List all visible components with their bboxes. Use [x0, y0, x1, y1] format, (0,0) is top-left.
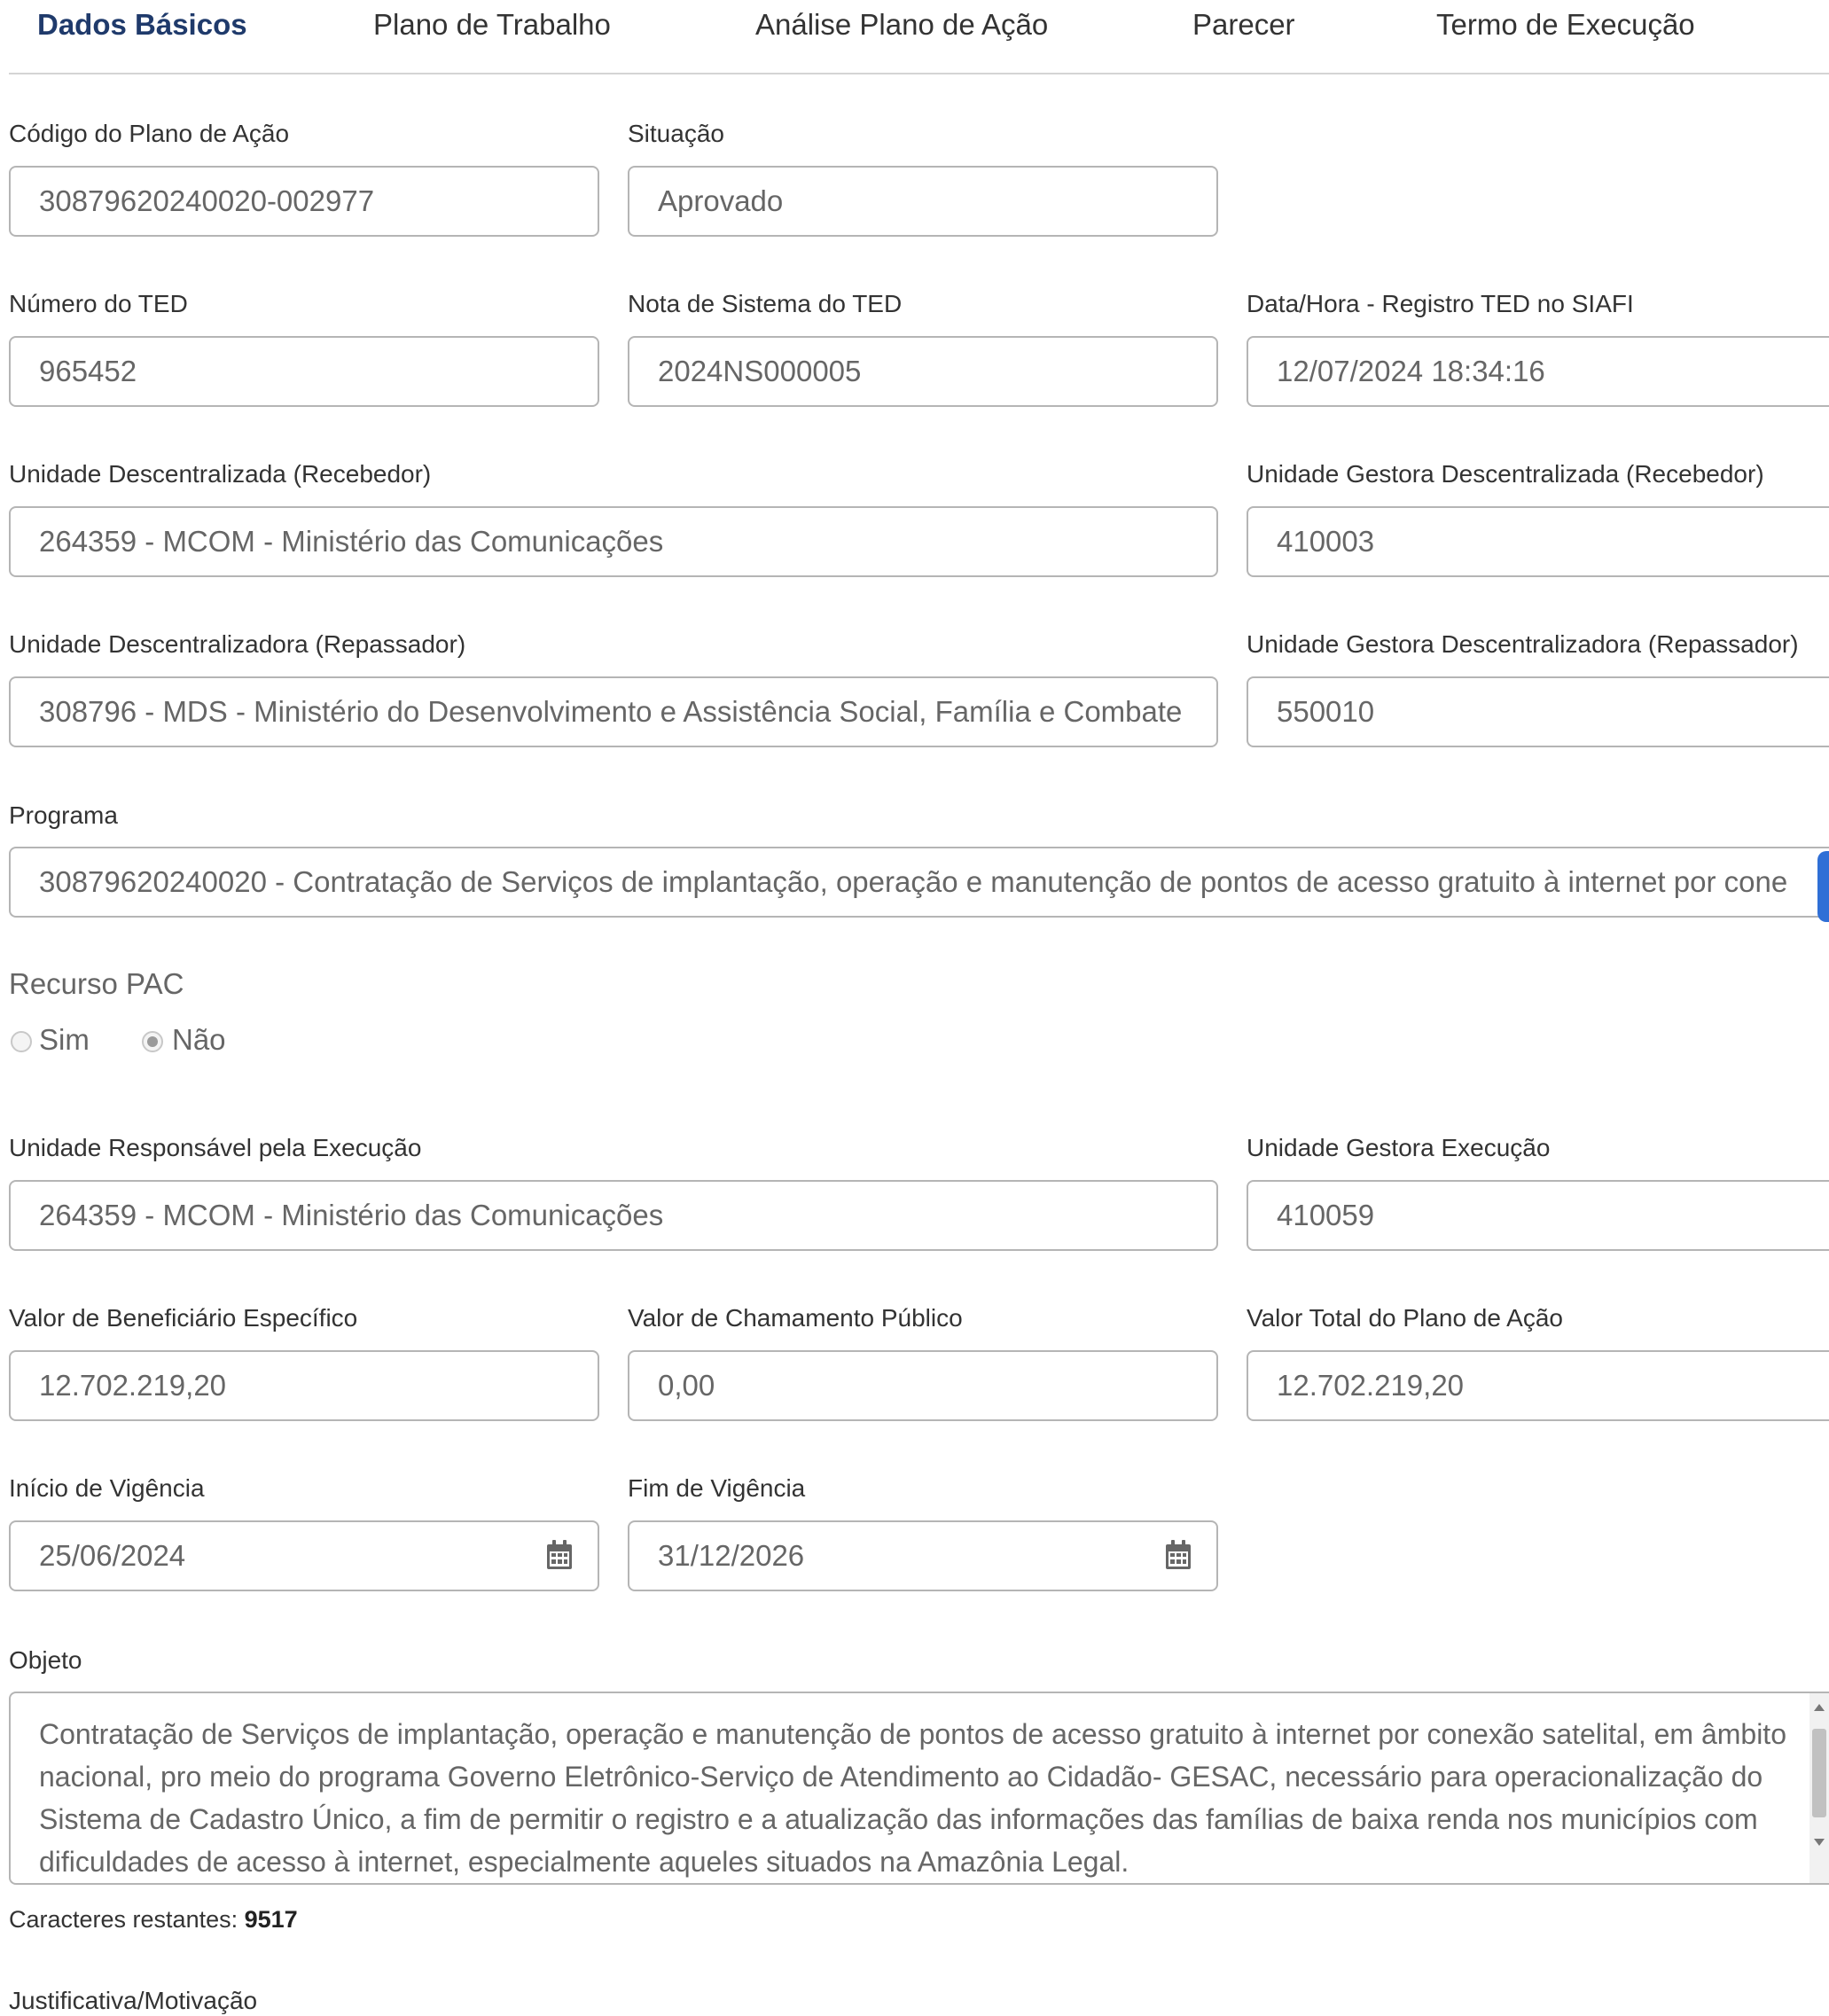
- nota-sistema-ted-value: 2024NS000005: [658, 355, 862, 387]
- caracteres-restantes: Caracteres restantes: 9517: [9, 1906, 298, 1934]
- ug-descentralizada-value: 410003: [1277, 525, 1375, 558]
- ug-descentralizadora-value: 550010: [1277, 695, 1375, 728]
- objeto-text: Contratação de Serviços de implantação, …: [39, 1718, 1786, 1878]
- inicio-vigencia-field[interactable]: 25/06/2024: [9, 1520, 599, 1591]
- valor-total-label: Valor Total do Plano de Ação: [1247, 1304, 1563, 1332]
- tab-termo-de-execucao[interactable]: Termo de Execução: [1436, 7, 1695, 43]
- objeto-scrollbar[interactable]: [1809, 1693, 1829, 1883]
- unidade-descentralizadora-label: Unidade Descentralizadora (Repassador): [9, 630, 466, 658]
- tab-parecer[interactable]: Parecer: [1192, 7, 1295, 43]
- nota-sistema-ted-label: Nota de Sistema do TED: [628, 290, 903, 317]
- tab-divider: [9, 73, 1829, 74]
- unidade-descentralizadora-value: 308796 - MDS - Ministério do Desenvolvim…: [39, 695, 1183, 728]
- calendar-icon[interactable]: [546, 1540, 573, 1570]
- situacao-value: Aprovado: [658, 184, 784, 217]
- unidade-descentralizada-value: 264359 - MCOM - Ministério das Comunicaç…: [39, 525, 664, 558]
- unidade-descentralizada-label: Unidade Descentralizada (Recebedor): [9, 460, 432, 488]
- unidade-responsavel-field[interactable]: 264359 - MCOM - Ministério das Comunicaç…: [9, 1180, 1218, 1251]
- ug-descentralizada-field[interactable]: 410003: [1247, 506, 1829, 577]
- situacao-label: Situação: [628, 120, 724, 147]
- numero-ted-value: 965452: [39, 355, 137, 387]
- tab-plano-de-trabalho[interactable]: Plano de Trabalho: [373, 7, 611, 43]
- valor-beneficiario-value: 12.702.219,20: [39, 1369, 227, 1402]
- radio-nao-circle[interactable]: [142, 1031, 163, 1052]
- valor-total-value: 12.702.219,20: [1277, 1369, 1465, 1402]
- scroll-thumb[interactable]: [1812, 1729, 1826, 1817]
- valor-beneficiario-field[interactable]: 12.702.219,20: [9, 1350, 599, 1421]
- tab-dados-basicos[interactable]: Dados Básicos: [37, 7, 247, 43]
- caracteres-restantes-label: Caracteres restantes:: [9, 1906, 238, 1933]
- valor-chamamento-value: 0,00: [658, 1369, 715, 1402]
- ug-execucao-value: 410059: [1277, 1199, 1375, 1231]
- unidade-responsavel-value: 264359 - MCOM - Ministério das Comunicaç…: [39, 1199, 664, 1231]
- justificativa-label: Justificativa/Motivação: [9, 1987, 258, 2014]
- valor-chamamento-field[interactable]: 0,00: [628, 1350, 1218, 1421]
- data-hora-registro-value: 12/07/2024 18:34:16: [1277, 355, 1545, 387]
- ug-descentralizadora-field[interactable]: 550010: [1247, 676, 1829, 747]
- scroll-up-icon[interactable]: [1814, 1704, 1825, 1711]
- calendar-icon[interactable]: [1165, 1540, 1192, 1570]
- ug-execucao-field[interactable]: 410059: [1247, 1180, 1829, 1251]
- data-hora-registro-field[interactable]: 12/07/2024 18:34:16: [1247, 336, 1829, 407]
- fim-vigencia-value: 31/12/2026: [658, 1539, 805, 1572]
- ug-descentralizada-label: Unidade Gestora Descentralizada (Recebed…: [1247, 460, 1764, 488]
- programa-value: 30879620240020 - Contratação de Serviços…: [39, 865, 1788, 898]
- ug-descentralizadora-label: Unidade Gestora Descentralizadora (Repas…: [1247, 630, 1799, 658]
- valor-total-field[interactable]: 12.702.219,20: [1247, 1350, 1829, 1421]
- fim-vigencia-label: Fim de Vigência: [628, 1474, 806, 1502]
- fim-vigencia-field[interactable]: 31/12/2026: [628, 1520, 1218, 1591]
- valor-chamamento-label: Valor de Chamamento Público: [628, 1304, 963, 1332]
- numero-ted-field[interactable]: 965452: [9, 336, 599, 407]
- ug-execucao-label: Unidade Gestora Execução: [1247, 1134, 1551, 1161]
- data-hora-registro-label: Data/Hora - Registro TED no SIAFI: [1247, 290, 1634, 317]
- valor-beneficiario-label: Valor de Beneficiário Específico: [9, 1304, 358, 1332]
- inicio-vigencia-value: 25/06/2024: [39, 1539, 186, 1572]
- unidade-descentralizada-field[interactable]: 264359 - MCOM - Ministério das Comunicaç…: [9, 506, 1218, 577]
- programa-label: Programa: [9, 801, 118, 829]
- programa-field[interactable]: 30879620240020 - Contratação de Serviços…: [9, 847, 1829, 918]
- inicio-vigencia-label: Início de Vigência: [9, 1474, 205, 1502]
- side-feedback-tab[interactable]: [1817, 851, 1829, 922]
- tab-analise-plano-de-acao[interactable]: Análise Plano de Ação: [755, 7, 1048, 43]
- codigo-plano-field[interactable]: 30879620240020-002977: [9, 166, 599, 237]
- scroll-down-icon[interactable]: [1814, 1839, 1825, 1846]
- objeto-label: Objeto: [9, 1646, 82, 1674]
- objeto-textarea[interactable]: Contratação de Serviços de implantação, …: [9, 1692, 1829, 1885]
- radio-sim-label: Sim: [39, 1023, 90, 1056]
- numero-ted-label: Número do TED: [9, 290, 188, 317]
- codigo-plano-value: 30879620240020-002977: [39, 184, 375, 217]
- radio-sim-circle[interactable]: [11, 1031, 32, 1052]
- unidade-responsavel-label: Unidade Responsável pela Execução: [9, 1134, 422, 1161]
- recurso-pac-label: Recurso PAC: [9, 967, 184, 1000]
- situacao-field[interactable]: Aprovado: [628, 166, 1218, 237]
- unidade-descentralizadora-field[interactable]: 308796 - MDS - Ministério do Desenvolvim…: [9, 676, 1218, 747]
- nota-sistema-ted-field[interactable]: 2024NS000005: [628, 336, 1218, 407]
- radio-nao-label: Não: [172, 1023, 226, 1056]
- caracteres-restantes-value: 9517: [244, 1906, 298, 1933]
- codigo-plano-label: Código do Plano de Ação: [9, 120, 290, 147]
